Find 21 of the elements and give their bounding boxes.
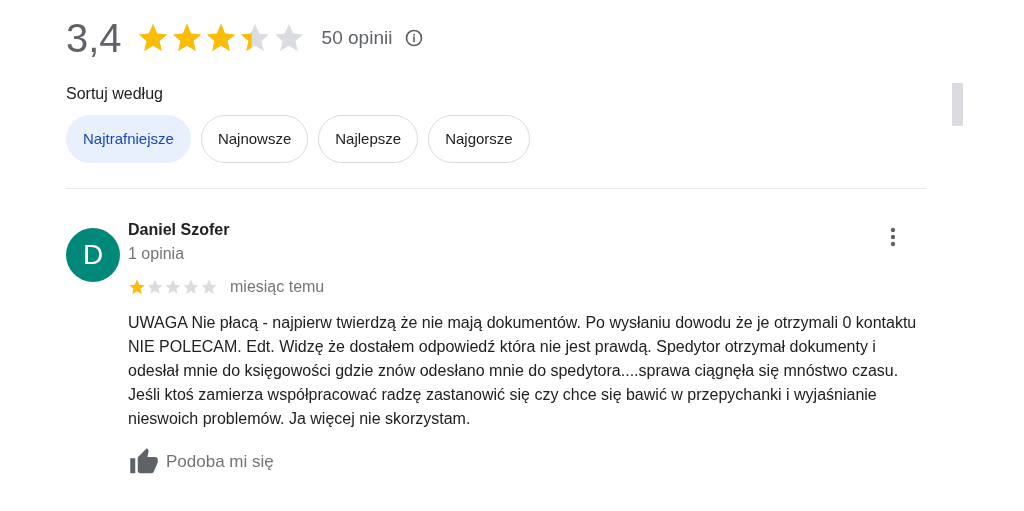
sort-label: Sortuj według [66,84,164,104]
star-icon [200,278,218,296]
sort-chip[interactable]: Najgorsze [428,115,530,163]
sort-chip[interactable]: Najnowsze [200,115,309,163]
average-rating: 3,4 [66,15,122,62]
more-options-icon[interactable] [890,227,896,247]
star-icon [128,278,146,296]
reviewer-review-count: 1 opinia [128,244,186,264]
reviewer-name[interactable]: Daniel Szofer [128,219,230,241]
star-icon [164,278,182,296]
star-icon [182,278,200,296]
sort-chip[interactable]: Najlepsze [318,115,419,163]
review-date: miesiąc temu [230,277,325,297]
star-icon [146,278,164,296]
sort-chip[interactable]: Najtrafniejsze [66,115,191,163]
like-button[interactable]: Podoba mi się [128,447,274,477]
review-count: 50 opinii [321,25,393,50]
avatar: D [66,228,120,282]
scrollbar-thumb[interactable] [952,83,963,126]
review-text: UWAGA Nie płacą - najpierw twierdzą że nie mają dokumentów. Po wysłaniu dowodu że je otrzymali 0 kontaktu NIE POLECAM. Edt. Widzę że dostałem odpowiedź która nie jest prawdą. Spedytor otrzymał dokumenty i odesłał mnie do księgowości gdzie znów odesłano mnie do spedytora....sprawa ciągnęła się mnóstwo czasu. Jeśli ktoś zamierza współpracować radzę zastanowić się czy chce się bawić w przepychanki i wyjaśnianie nieswoich problemów. Ja więcej nie skorzystam. [128,313,918,429]
info-icon[interactable] [404,28,425,48]
